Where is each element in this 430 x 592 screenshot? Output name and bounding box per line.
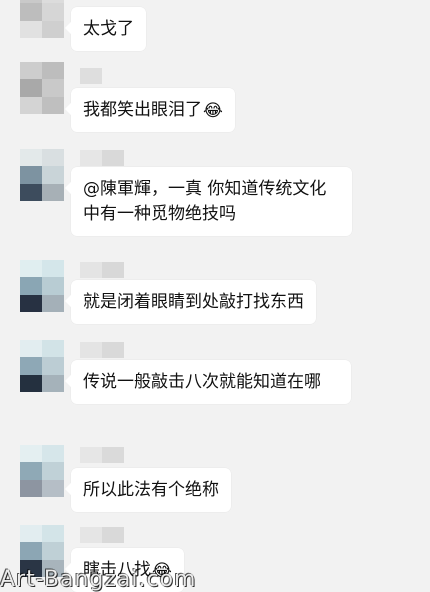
message-text: 所以此法有个绝称: [83, 480, 219, 500]
message-bubble[interactable]: 我都笑出眼泪了😂: [65, 88, 235, 132]
sender-name: [80, 342, 124, 358]
message-bubble[interactable]: 就是闭着眼睛到处敲打找东西: [65, 280, 316, 324]
avatar[interactable]: [20, 445, 64, 497]
sender-name: [80, 262, 124, 278]
message-bubble[interactable]: 太戈了: [65, 7, 146, 51]
avatar[interactable]: [20, 62, 64, 114]
avatar[interactable]: [20, 0, 64, 38]
avatar[interactable]: [20, 340, 64, 392]
chat-conversation: 太戈了 我都笑出眼泪了😂 @陳軍輝，一真 你知道传统文化中有一种觅物绝技吗 就是…: [0, 0, 430, 592]
message-bubble[interactable]: 所以此法有个绝称: [65, 468, 231, 512]
message-text: 就是闭着眼睛到处敲打找东西: [83, 292, 304, 312]
avatar[interactable]: [20, 149, 64, 201]
message-bubble[interactable]: 传说一般敲击八次就能知道在哪: [65, 360, 351, 404]
tears-of-joy-emoji-icon: 😂: [203, 101, 223, 121]
sender-name: [80, 447, 124, 463]
message-text: 我都笑出眼泪了: [83, 100, 202, 120]
sender-name: [80, 68, 102, 84]
avatar[interactable]: [20, 260, 64, 312]
sender-name: [80, 150, 124, 166]
watermark: Art-Bangzai.com: [0, 567, 197, 592]
message-text: @陳軍輝，一真 你知道传统文化中有一种觅物绝技吗: [83, 179, 327, 224]
message-bubble[interactable]: @陳軍輝，一真 你知道传统文化中有一种觅物绝技吗: [65, 167, 352, 236]
message-text: 太戈了: [83, 19, 134, 39]
sender-name: [80, 527, 124, 543]
message-text: 传说一般敲击八次就能知道在哪: [83, 372, 321, 392]
